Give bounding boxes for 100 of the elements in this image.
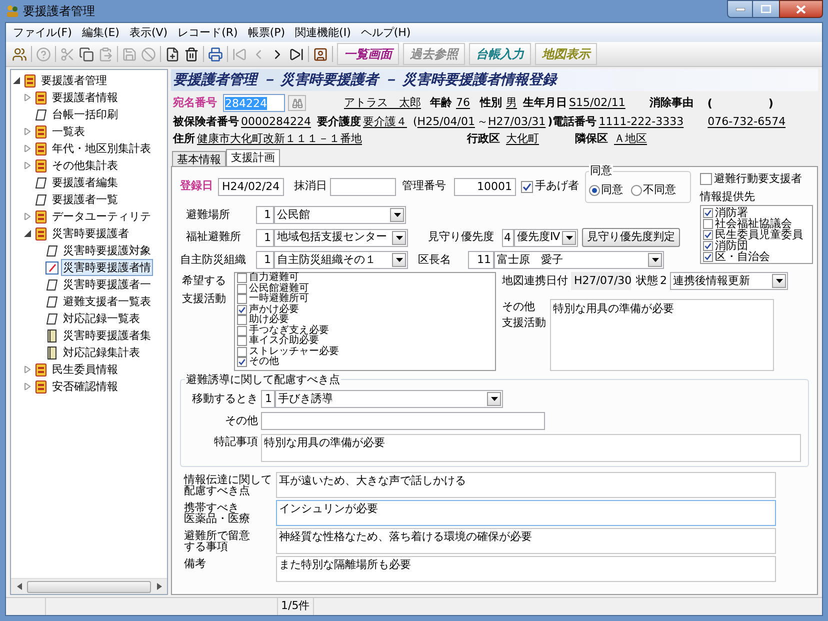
tree-item[interactable]: 民生委員情報 xyxy=(50,361,120,378)
text-area[interactable]: また特別な隔離場所も必要 xyxy=(276,556,776,582)
input-field[interactable]: H24/02/24 xyxy=(218,178,284,196)
text-area[interactable]: インシュリンが必要 xyxy=(276,500,776,526)
maximize-button[interactable] xyxy=(753,0,779,18)
checkbox[interactable] xyxy=(703,252,713,262)
code-field[interactable]: 11 xyxy=(468,251,494,269)
tree-item[interactable]: 要援護者管理 xyxy=(39,72,109,89)
horizontal-scrollbar[interactable] xyxy=(11,578,167,594)
code-field[interactable]: 1 xyxy=(261,390,275,408)
tree-item[interactable]: 安否確認情報 xyxy=(50,378,120,395)
save-icon[interactable] xyxy=(122,46,137,62)
tree-item[interactable]: 年代・地区別集計表 xyxy=(50,140,153,157)
text-area[interactable]: 神経質な性格なため、落ち着ける環境の確保が必要 xyxy=(276,528,776,554)
dropdown-button[interactable] xyxy=(648,253,662,267)
tree-item[interactable]: 災害時要援護者 xyxy=(50,225,131,242)
tree-item[interactable]: 災害時要援護者一 xyxy=(61,276,153,293)
tree-item[interactable]: 要援護者一覧 xyxy=(50,191,120,208)
checkbox[interactable] xyxy=(237,357,247,368)
checkbox[interactable] xyxy=(237,326,247,336)
tab[interactable]: 支援計画 xyxy=(226,149,280,166)
tree-item[interactable]: 要援護者編集 xyxy=(50,174,120,191)
dropdown[interactable]: 優先度Ⅳ xyxy=(514,228,578,246)
text-area[interactable]: 特別な用具の準備が必要 xyxy=(261,434,801,462)
dropdown[interactable]: 地域包括支援センター xyxy=(274,228,408,246)
dropdown[interactable]: 公民館 xyxy=(274,206,406,224)
toolbar-button[interactable]: 一覧画面 xyxy=(337,43,399,65)
close-button[interactable] xyxy=(779,0,823,18)
radio-button[interactable] xyxy=(589,184,600,196)
checkbox[interactable] xyxy=(237,346,247,357)
tree-item[interactable]: 災害時要援護者情 xyxy=(61,259,153,276)
judge-button[interactable]: 見守り優先度判定 xyxy=(582,228,680,247)
dropdown[interactable]: 連携後情報更新 xyxy=(670,272,788,290)
menu-item[interactable]: レコード(R) xyxy=(172,24,243,41)
checkbox[interactable] xyxy=(237,315,247,326)
checkbox[interactable] xyxy=(703,230,713,240)
code-field[interactable]: 4 xyxy=(502,228,514,246)
tree-item[interactable]: 対応記録一覧表 xyxy=(61,310,142,327)
tree-item[interactable]: データユーティリテ xyxy=(50,208,153,225)
trash-icon[interactable] xyxy=(184,46,199,62)
checkbox[interactable] xyxy=(237,284,247,294)
checkbox[interactable] xyxy=(237,294,247,304)
checkbox[interactable] xyxy=(703,240,713,250)
tree-item[interactable]: その他集計表 xyxy=(50,157,120,174)
checkbox[interactable] xyxy=(237,304,247,315)
toolbar-button[interactable]: 台帳入力 xyxy=(469,43,531,65)
radio-button[interactable] xyxy=(631,184,642,196)
code-field[interactable]: 1 xyxy=(256,206,274,224)
page-icon xyxy=(45,312,59,326)
tree-item[interactable]: 災害時要援護者集 xyxy=(61,327,153,344)
menu-item[interactable]: 編集(E) xyxy=(76,24,124,41)
tree-item[interactable]: 要援護者情報 xyxy=(50,89,120,106)
dropdown-button[interactable] xyxy=(562,230,576,244)
printer-icon[interactable] xyxy=(208,46,223,62)
copy-icon[interactable] xyxy=(79,46,94,62)
input-field[interactable]: 10001 xyxy=(454,178,516,196)
dropdown-button[interactable] xyxy=(772,274,786,288)
triangle-icon[interactable] xyxy=(13,77,20,84)
text-area[interactable]: 耳が遠いため、大きな声で話しかける xyxy=(276,472,776,498)
dropdown[interactable]: 手びき誘導 xyxy=(275,390,503,408)
search-button[interactable] xyxy=(288,95,306,111)
cancel-icon[interactable] xyxy=(141,46,156,62)
menu-item[interactable]: 関連機能(I) xyxy=(290,24,356,41)
dropdown[interactable]: 富士原 愛子 xyxy=(494,251,664,269)
input-field[interactable] xyxy=(330,178,396,196)
checkbox-label: 消防団 xyxy=(715,240,748,251)
dropdown-button[interactable] xyxy=(487,392,501,406)
help-icon[interactable] xyxy=(36,46,51,62)
tab[interactable]: 基本情報 xyxy=(172,151,226,166)
code-field[interactable]: 1 xyxy=(256,251,274,269)
tree-item[interactable]: 一覧表 xyxy=(50,123,87,140)
skip-forward-icon[interactable] xyxy=(289,46,304,62)
checkbox[interactable] xyxy=(521,180,533,192)
checkbox[interactable] xyxy=(700,173,712,186)
dropdown-button[interactable] xyxy=(392,230,406,244)
checkbox[interactable] xyxy=(237,273,247,284)
dropdown[interactable]: 自主防災組織その１ xyxy=(274,251,408,269)
checkbox[interactable] xyxy=(703,208,713,218)
menu-item[interactable]: 帳票(P) xyxy=(242,24,290,41)
tree-item[interactable]: 台帳一括印刷 xyxy=(50,106,120,123)
tree-item[interactable]: 対応記録集計表 xyxy=(61,344,142,361)
menu-item[interactable]: ヘルプ(H) xyxy=(356,24,416,41)
checkbox[interactable] xyxy=(237,336,247,346)
new-file-icon[interactable] xyxy=(165,46,180,62)
menu-item[interactable]: 表示(V) xyxy=(124,24,173,41)
people-icon[interactable] xyxy=(12,46,27,62)
input-field[interactable] xyxy=(261,412,545,430)
triangle-icon[interactable] xyxy=(24,230,31,237)
menu-item[interactable]: ファイル(F) xyxy=(8,24,77,41)
tree-item[interactable]: 災害時要援護対象 xyxy=(61,242,153,259)
text-area[interactable]: 特別な用具の準備が必要 xyxy=(550,299,774,371)
user-icon[interactable] xyxy=(313,46,328,62)
checkbox[interactable] xyxy=(703,218,713,228)
scrollbar-thumb[interactable] xyxy=(27,580,151,592)
skip-back-icon[interactable] xyxy=(232,46,247,62)
code-field[interactable]: 1 xyxy=(256,228,274,246)
minimize-button[interactable] xyxy=(727,0,753,18)
dropdown-button[interactable] xyxy=(392,253,406,267)
dropdown-button[interactable] xyxy=(390,208,404,222)
tree-item[interactable]: 避難支援者一覧表 xyxy=(61,293,153,310)
